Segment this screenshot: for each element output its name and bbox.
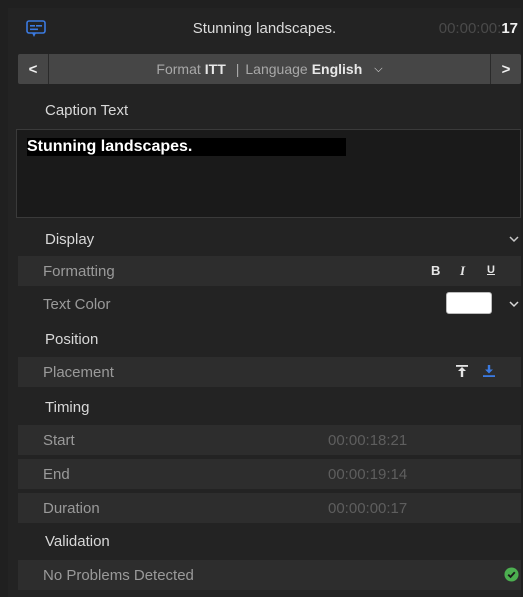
separator: |: [235, 61, 240, 77]
chevron-down-icon[interactable]: [509, 299, 519, 309]
next-caption-button[interactable]: >: [490, 54, 521, 84]
start-value[interactable]: 00:00:18:21: [328, 432, 407, 449]
formatting-row: Formatting B I U: [18, 256, 521, 286]
caption-text-field[interactable]: Stunning landscapes.: [16, 129, 521, 218]
formatting-label: Formatting: [43, 263, 115, 280]
align-bottom-icon[interactable]: [482, 364, 496, 378]
language-value: English: [311, 61, 363, 77]
validation-status: No Problems Detected: [43, 567, 194, 584]
text-color-label: Text Color: [43, 296, 111, 313]
previous-caption-button[interactable]: <: [18, 54, 49, 84]
validation-row: No Problems Detected: [18, 560, 521, 590]
chevron-down-icon: ⌵: [374, 62, 383, 75]
placement-row: Placement: [18, 357, 521, 387]
display-section-header[interactable]: Display: [18, 224, 521, 254]
format-language-selector[interactable]: Format ITT | Language English ⌵: [48, 54, 491, 84]
chevron-down-icon: [509, 236, 519, 243]
duration-row: Duration 00:00:00:17: [18, 493, 521, 523]
end-label: End: [43, 466, 70, 483]
timecode-prefix: 00:00:00:: [438, 20, 502, 37]
caption-nav-bar: < Format ITT | Language English ⌵ >: [18, 54, 521, 84]
duration-label: Duration: [43, 500, 100, 517]
timecode: 00:00:00:17: [439, 20, 518, 37]
checkmark-circle-icon: [504, 567, 519, 582]
text-color-row: Text Color: [18, 289, 521, 319]
caption-inspector: Stunning landscapes. 00:00:00:17 < Forma…: [8, 8, 521, 597]
validation-heading: Validation: [45, 533, 110, 550]
position-heading: Position: [45, 331, 99, 348]
inspector-header: Stunning landscapes. 00:00:00:17: [8, 8, 521, 54]
underline-button[interactable]: U: [487, 264, 495, 276]
italic-button[interactable]: I: [460, 263, 465, 279]
start-label: Start: [43, 432, 75, 449]
timecode-frames: 17: [501, 20, 518, 37]
start-row: Start 00:00:18:21: [18, 425, 521, 455]
align-top-icon[interactable]: [455, 364, 469, 378]
end-value[interactable]: 00:00:19:14: [328, 466, 407, 483]
caption-text-heading: Caption Text: [45, 102, 129, 119]
format-value: ITT: [204, 61, 226, 77]
duration-value[interactable]: 00:00:00:17: [328, 500, 407, 517]
caption-text-value: Stunning landscapes.: [27, 138, 347, 156]
display-heading: Display: [45, 231, 95, 248]
bold-button[interactable]: B: [431, 263, 440, 278]
end-row: End 00:00:19:14: [18, 459, 521, 489]
timing-heading: Timing: [45, 399, 90, 416]
language-label: Language: [245, 61, 308, 77]
text-color-swatch[interactable]: [446, 292, 492, 314]
placement-label: Placement: [43, 364, 114, 381]
format-label: Format: [156, 61, 201, 77]
